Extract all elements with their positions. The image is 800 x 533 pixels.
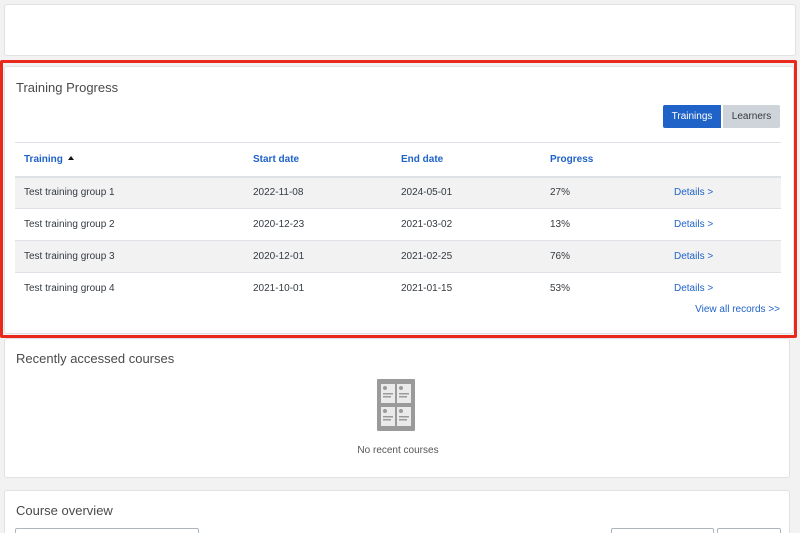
course-overview-title: Course overview bbox=[16, 503, 113, 518]
column-header-actions bbox=[665, 142, 781, 178]
view-toggle: Trainings Learners bbox=[663, 105, 780, 128]
end-date-cell: 2021-01-15 bbox=[392, 272, 541, 305]
details-link[interactable]: Details > bbox=[674, 187, 713, 198]
progress-cell: 76% bbox=[541, 240, 665, 273]
end-date-cell: 2024-05-01 bbox=[392, 176, 541, 209]
recent-courses-title: Recently accessed courses bbox=[16, 351, 175, 366]
start-date-cell: 2020-12-23 bbox=[244, 208, 392, 241]
view-all-records-link[interactable]: View all records >> bbox=[695, 304, 780, 315]
progress-cell: 53% bbox=[541, 272, 665, 305]
details-link[interactable]: Details > bbox=[674, 283, 713, 294]
training-name-cell: Test training group 3 bbox=[15, 240, 244, 273]
table-row: Test training group 2 2020-12-23 2021-03… bbox=[15, 208, 781, 241]
column-header-training[interactable]: Training bbox=[15, 142, 244, 178]
view-dropdown[interactable] bbox=[717, 528, 781, 533]
start-date-cell: 2022-11-08 bbox=[244, 176, 392, 209]
column-header-end-date[interactable]: End date bbox=[392, 142, 541, 178]
top-block bbox=[4, 4, 796, 56]
courses-empty-icon bbox=[366, 377, 426, 433]
end-date-cell: 2021-02-25 bbox=[392, 240, 541, 273]
table-header-row: Training Start date End date Progress bbox=[15, 142, 781, 178]
end-date-cell: 2021-03-02 bbox=[392, 208, 541, 241]
training-progress-block: Training Progress Trainings Learners Tra… bbox=[4, 66, 794, 334]
table-row: Test training group 3 2020-12-01 2021-02… bbox=[15, 240, 781, 273]
sort-dropdown[interactable] bbox=[611, 528, 714, 533]
column-header-progress[interactable]: Progress bbox=[541, 142, 665, 178]
column-header-label: Training bbox=[24, 153, 63, 165]
details-link[interactable]: Details > bbox=[674, 251, 713, 262]
table-row: Test training group 4 2021-10-01 2021-01… bbox=[15, 272, 781, 305]
trainings-button[interactable]: Trainings bbox=[663, 105, 721, 128]
grouping-dropdown[interactable] bbox=[15, 528, 199, 533]
start-date-cell: 2020-12-01 bbox=[244, 240, 392, 273]
learners-button[interactable]: Learners bbox=[723, 105, 780, 128]
no-recent-courses-message: No recent courses bbox=[357, 445, 439, 456]
course-overview-block: Course overview bbox=[4, 490, 790, 533]
column-header-start-date[interactable]: Start date bbox=[244, 142, 392, 178]
table-row: Test training group 1 2022-11-08 2024-05… bbox=[15, 176, 781, 209]
details-link[interactable]: Details > bbox=[674, 219, 713, 230]
training-name-cell: Test training group 2 bbox=[15, 208, 244, 241]
progress-cell: 13% bbox=[541, 208, 665, 241]
training-table: Training Start date End date Progress Te… bbox=[15, 142, 781, 305]
progress-cell: 27% bbox=[541, 176, 665, 209]
recent-courses-block: Recently accessed courses No recent cour… bbox=[4, 338, 790, 478]
training-progress-title: Training Progress bbox=[16, 80, 119, 95]
training-name-cell: Test training group 1 bbox=[15, 176, 244, 209]
sort-ascending-icon bbox=[67, 155, 74, 160]
start-date-cell: 2021-10-01 bbox=[244, 272, 392, 305]
training-name-cell: Test training group 4 bbox=[15, 272, 244, 305]
